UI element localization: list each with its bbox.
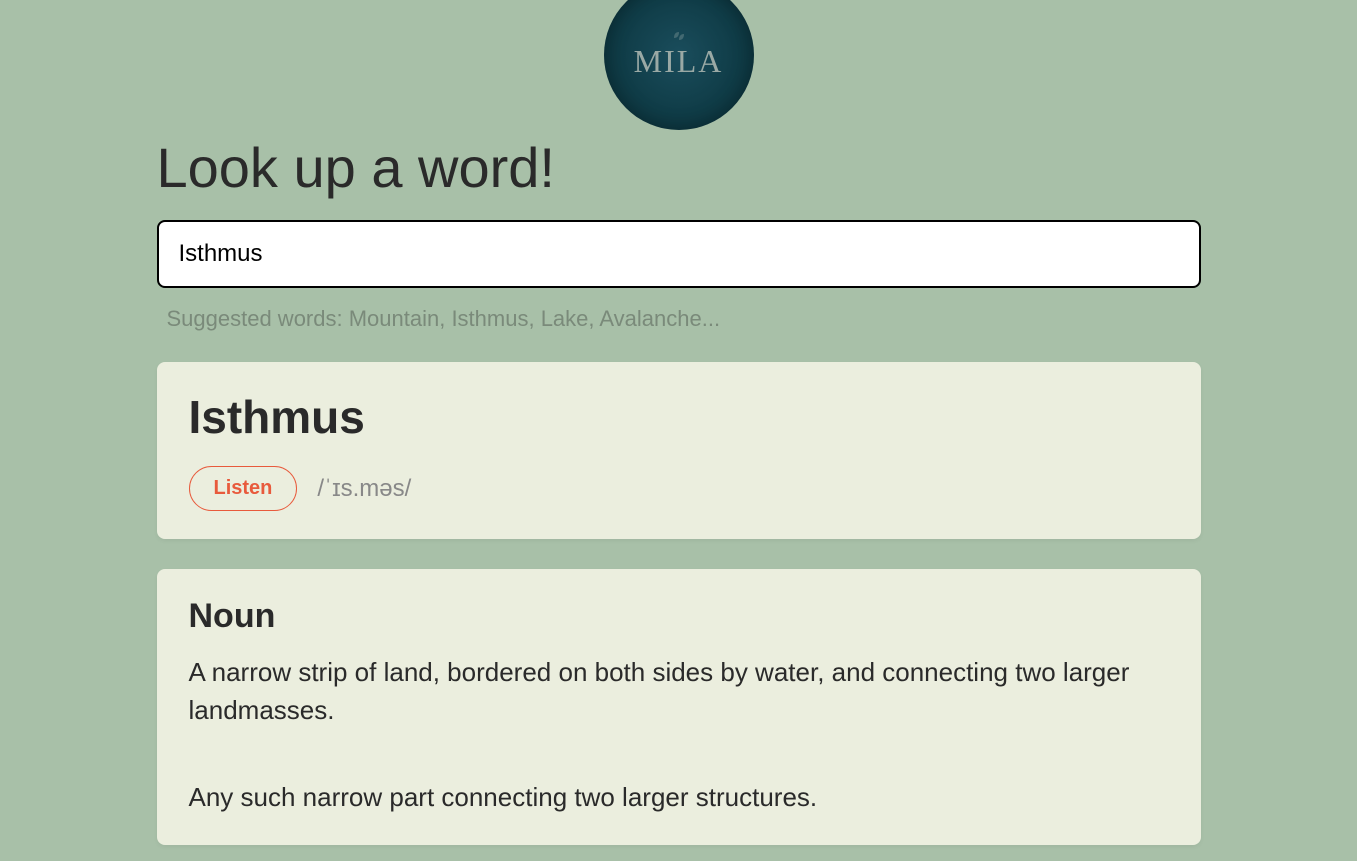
page-title: Look up a word!: [157, 135, 1201, 200]
logo: MILA: [604, 0, 754, 130]
definition-card: Noun A narrow strip of land, bordered on…: [157, 569, 1201, 845]
definition-text: A narrow strip of land, bordered on both…: [189, 654, 1169, 729]
search-input[interactable]: [157, 220, 1201, 288]
suggestions-text: Suggested words: Mountain, Isthmus, Lake…: [167, 306, 1201, 332]
definition-text: Any such narrow part connecting two larg…: [189, 779, 1169, 817]
logo-text: MILA: [634, 43, 724, 80]
logo-circle: MILA: [604, 0, 754, 130]
pronunciation-row: Listen /ˈɪs.məs/: [189, 466, 1169, 511]
word-title: Isthmus: [189, 390, 1169, 444]
word-card: Isthmus Listen /ˈɪs.məs/: [157, 362, 1201, 539]
part-of-speech: Noun: [189, 597, 1169, 636]
listen-button[interactable]: Listen: [189, 466, 298, 511]
phonetic-text: /ˈɪs.məs/: [317, 475, 411, 503]
